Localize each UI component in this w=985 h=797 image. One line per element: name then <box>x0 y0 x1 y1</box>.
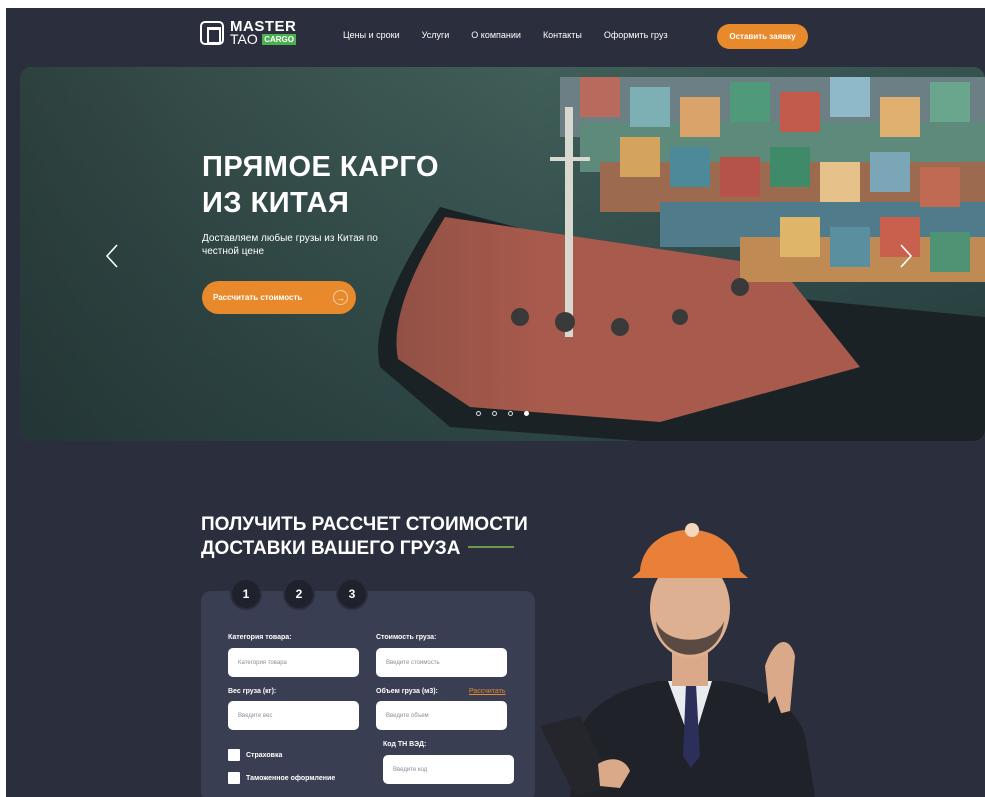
step-1[interactable]: 1 <box>230 578 262 610</box>
calculate-cost-button[interactable]: Рассчитать стоимость → <box>202 281 356 314</box>
slider-prev-icon[interactable] <box>104 243 120 269</box>
tnved-label: Код ТН ВЭД: <box>383 741 427 748</box>
cost-input[interactable]: Введите стоимость <box>376 648 507 677</box>
nav-order[interactable]: Оформить груз <box>604 30 668 40</box>
insurance-label: Страховка <box>246 752 283 759</box>
title-divider <box>468 546 515 548</box>
slider-dots <box>476 411 529 416</box>
volume-label: Объем груза (м3): <box>376 688 438 695</box>
form-steps: 1 2 3 <box>230 578 368 610</box>
step-3[interactable]: 3 <box>336 578 368 610</box>
nav-contacts[interactable]: Контакты <box>543 30 582 40</box>
logo-mark-icon <box>200 21 224 45</box>
customs-label: Таможенное оформление <box>246 775 336 782</box>
site-header: MASTER TAO CARGO Цены и сроки Услуги О к… <box>6 8 985 67</box>
insurance-checkbox[interactable] <box>228 749 240 761</box>
main-nav: Цены и сроки Услуги О компании Контакты … <box>343 30 690 40</box>
slider-next-icon[interactable] <box>898 243 914 269</box>
hero-subtitle: Доставляем любые грузы из Китая по честн… <box>202 233 378 257</box>
leave-request-button[interactable]: Оставить заявку <box>717 24 808 49</box>
hero-slider: ПРЯМОЕ КАРГО ИЗ КИТАЯ Доставляем любые г… <box>20 67 985 441</box>
logo-tao-text: TAO <box>230 31 258 47</box>
engineer-image <box>540 523 815 797</box>
nav-services[interactable]: Услуги <box>422 30 450 40</box>
logo[interactable]: MASTER TAO CARGO <box>200 19 296 47</box>
nav-prices[interactable]: Цены и сроки <box>343 30 400 40</box>
nav-about[interactable]: О компании <box>471 30 521 40</box>
customs-checkbox[interactable] <box>228 772 240 784</box>
page: MASTER TAO CARGO Цены и сроки Услуги О к… <box>6 8 985 797</box>
volume-calc-link[interactable]: Рассчитать <box>469 688 506 695</box>
calc-title: ПОЛУЧИТЬ РАССЧЕТ СТОИМОСТИ ДОСТАВКИ ВАШЕ… <box>201 514 528 559</box>
category-input[interactable]: Категория товара <box>228 648 359 677</box>
slider-dot[interactable] <box>476 411 481 416</box>
slider-dot-active[interactable] <box>524 411 529 416</box>
weight-label: Вес груза (кг): <box>228 688 277 695</box>
hero-title: ПРЯМОЕ КАРГО ИЗ КИТАЯ <box>202 151 440 219</box>
slider-dot[interactable] <box>492 411 497 416</box>
arrow-right-icon: → <box>333 290 348 305</box>
calc-form: Категория товара: Категория товара Стоим… <box>201 591 535 797</box>
volume-input[interactable]: Введите объем <box>376 701 507 730</box>
slider-dot[interactable] <box>508 411 513 416</box>
cost-label: Стоимость груза: <box>376 634 437 641</box>
weight-input[interactable]: Введите вес <box>228 701 359 730</box>
logo-cargo-badge: CARGO <box>262 34 296 45</box>
step-2[interactable]: 2 <box>283 578 315 610</box>
category-label: Категория товара: <box>228 634 292 641</box>
tnved-input[interactable]: Введите код <box>383 755 514 784</box>
